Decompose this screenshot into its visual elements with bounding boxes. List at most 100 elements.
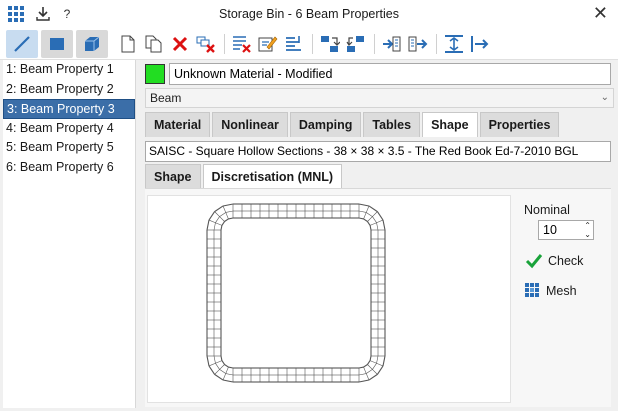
mesh-line (372, 363, 377, 370)
mesh-line (369, 355, 372, 361)
mesh-line (215, 360, 223, 364)
mesh-line (224, 364, 229, 368)
section-name-field[interactable]: SAISC - Square Hollow Sections - 38 × 38… (145, 141, 611, 162)
mesh-line (358, 379, 370, 383)
mesh-line (219, 369, 226, 374)
nominal-value: 10 (543, 223, 557, 237)
material-color-swatch[interactable] (145, 64, 165, 84)
property-type-value: Beam (150, 91, 182, 105)
mesh-line (224, 218, 229, 222)
tab-shape-sub[interactable]: Shape (145, 164, 201, 188)
assign-icon[interactable] (380, 32, 404, 56)
mesh-drawing (206, 203, 386, 383)
mesh-line (228, 217, 234, 220)
mesh-line (376, 355, 379, 364)
main-tabs: Material Nonlinear Damping Tables Shape … (145, 112, 560, 137)
mesh-line (372, 211, 378, 217)
tab-tables[interactable]: Tables (363, 112, 421, 137)
import-icon[interactable] (318, 32, 342, 56)
mesh-line (365, 373, 370, 381)
mesh-line (372, 369, 378, 375)
tab-material[interactable]: Material (145, 112, 211, 137)
mesh-line (225, 212, 229, 220)
mesh-line (222, 203, 234, 207)
mesh-button[interactable]: Mesh (525, 283, 577, 299)
mesh-line (215, 216, 220, 223)
mesh-line (363, 366, 367, 374)
mesh-line (225, 366, 229, 374)
mesh-label: Mesh (546, 284, 577, 298)
mesh-icon (525, 283, 539, 297)
align-icon[interactable] (442, 32, 466, 56)
select-icon[interactable] (406, 32, 430, 56)
tab-nonlinear[interactable]: Nonlinear (212, 112, 288, 137)
property-list: 1: Beam Property 1 2: Beam Property 2 3:… (3, 60, 136, 408)
sort-icon[interactable] (282, 32, 306, 56)
brick-element-icon[interactable] (76, 30, 108, 58)
mesh-line (221, 360, 225, 365)
mesh-line (221, 221, 225, 226)
list-item[interactable]: 5: Beam Property 5 (3, 138, 135, 158)
shape-sub-tabs: Shape Discretisation (MNL) (145, 164, 343, 188)
mesh-line (369, 360, 377, 364)
tab-discretisation[interactable]: Discretisation (MNL) (202, 164, 343, 188)
new-icon[interactable] (116, 32, 140, 56)
export-icon[interactable] (344, 32, 368, 56)
mesh-line (222, 205, 227, 213)
edit-icon[interactable] (256, 32, 280, 56)
tab-properties[interactable]: Properties (479, 112, 560, 137)
mesh-line (213, 222, 216, 231)
list-item[interactable]: 6: Beam Property 6 (3, 158, 135, 178)
mesh-line (220, 355, 223, 361)
clear-icon[interactable] (230, 32, 254, 56)
mesh-line (363, 212, 367, 220)
material-name-field[interactable]: Unknown Material - Modified (169, 63, 611, 85)
tab-damping[interactable]: Damping (289, 112, 362, 137)
mesh-line (376, 219, 384, 224)
mesh-line (372, 216, 377, 223)
mesh-line (368, 373, 378, 381)
mesh-line (358, 203, 370, 207)
plate-element-icon[interactable] (41, 30, 73, 58)
mesh-line (358, 210, 367, 213)
mesh-line (214, 205, 224, 213)
delete-icon[interactable] (168, 32, 192, 56)
list-item-selected[interactable]: 3: Beam Property 3 (3, 99, 135, 119)
spin-arrows-icon[interactable]: ⌃ ⌄ (584, 221, 591, 239)
mesh-line (220, 225, 223, 231)
mesh-line (368, 205, 378, 213)
property-type-select[interactable]: Beam ⌄ (145, 88, 614, 108)
mesh-line (219, 364, 225, 370)
copy-icon[interactable] (142, 32, 166, 56)
mesh-line (214, 369, 220, 375)
mesh-line (215, 222, 223, 226)
mesh-line (366, 212, 373, 217)
tab-shape[interactable]: Shape (422, 112, 478, 137)
list-item[interactable]: 1: Beam Property 1 (3, 60, 135, 80)
mesh-line (219, 216, 225, 222)
chevron-down-icon: ⌄ (600, 92, 609, 103)
close-icon[interactable]: ✕ (593, 3, 608, 24)
mesh-line (382, 355, 386, 367)
list-item[interactable]: 4: Beam Property 4 (3, 119, 135, 139)
property-editor: Unknown Material - Modified Beam ⌄ Mater… (137, 60, 618, 411)
mesh-line (376, 362, 384, 367)
toolbar (0, 28, 618, 60)
check-button[interactable]: Check (525, 253, 583, 269)
mesh-line (369, 222, 377, 226)
mesh-line (214, 373, 224, 381)
list-item[interactable]: 2: Beam Property 2 (3, 80, 135, 100)
beam-element-icon[interactable] (6, 30, 38, 58)
offset-icon[interactable] (468, 32, 492, 56)
mesh-line (213, 355, 216, 364)
mesh-line (206, 219, 210, 231)
mesh-line (208, 362, 216, 367)
mesh-line (228, 366, 234, 369)
delete-unused-icon[interactable] (194, 32, 218, 56)
mesh-canvas[interactable] (147, 195, 511, 403)
title-bar: ? Storage Bin - 6 Beam Properties ✕ (0, 0, 618, 28)
nominal-label: Nominal (524, 203, 570, 217)
mesh-line (214, 211, 220, 217)
nominal-spinbox[interactable]: 10 ⌃ ⌄ (538, 220, 594, 240)
mesh-line (225, 373, 234, 376)
